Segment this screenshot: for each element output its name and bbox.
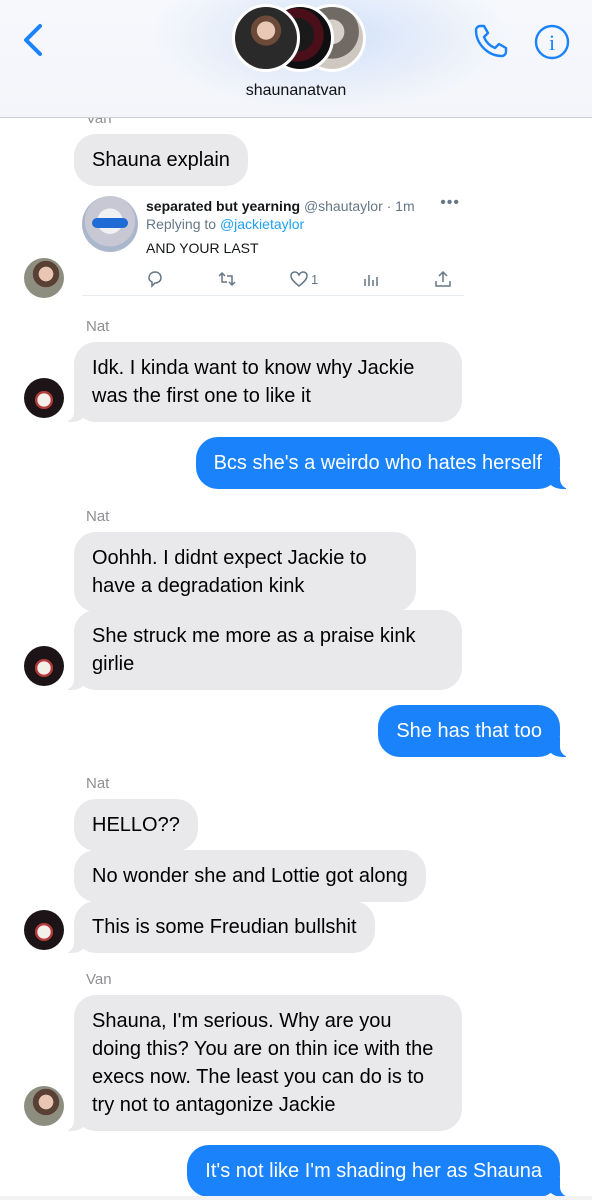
sender-label: Nat	[86, 775, 110, 792]
message-text: Shauna, I'm serious. Why are you doing t…	[92, 1010, 434, 1116]
retweet-icon	[218, 271, 236, 287]
tweet-replying-to: Replying to @jackietaylor	[146, 216, 305, 232]
tweet-author-name: separated but yearning	[146, 198, 301, 214]
message-bubble[interactable]: Idk. I kinda want to know why Jackie was…	[60, 342, 462, 422]
more-icon[interactable]: •••	[440, 194, 460, 212]
avatar-nat[interactable]	[24, 378, 64, 418]
message-text: No wonder she and Lottie got along	[92, 865, 408, 887]
like-count: 1	[311, 271, 319, 287]
group-avatars[interactable]	[232, 4, 366, 74]
message-text: It's not like I'm shading her as Shauna	[205, 1160, 542, 1182]
message-text: HELLO??	[92, 814, 180, 836]
reply-button[interactable]	[146, 268, 164, 290]
phone-icon	[474, 24, 508, 58]
message-text: This is some Freudian bullshit	[92, 916, 357, 938]
sender-label: Nat	[86, 508, 110, 525]
svg-text:i: i	[549, 30, 555, 55]
message-bubble[interactable]: HELLO??	[74, 799, 198, 851]
avatar-van[interactable]	[24, 258, 64, 298]
back-button[interactable]	[18, 20, 48, 60]
info-button[interactable]: i	[534, 24, 570, 60]
message-text: Oohhh. I didnt expect Jackie to have a d…	[92, 547, 367, 597]
sender-label: Van	[86, 971, 112, 988]
retweet-button[interactable]	[218, 268, 236, 290]
message-bubble[interactable]: She struck me more as a praise kink girl…	[60, 610, 462, 690]
message-bubble[interactable]: It's not like I'm shading her as Shauna	[187, 1145, 574, 1197]
avatar-nat[interactable]	[24, 646, 64, 686]
message-text: Idk. I kinda want to know why Jackie was…	[92, 357, 415, 407]
message-bubble[interactable]: She has that too	[378, 705, 574, 757]
message-bubble[interactable]: Shauna, I'm serious. Why are you doing t…	[60, 995, 462, 1131]
message-bubble[interactable]: Shauna explain	[74, 134, 248, 186]
message-bubble[interactable]: Oohhh. I didnt expect Jackie to have a d…	[74, 532, 416, 612]
sender-label: Nat	[86, 318, 110, 335]
tweet-avatar	[82, 196, 138, 252]
chevron-left-icon	[24, 24, 42, 56]
tweet-actions: 1	[138, 268, 458, 290]
avatar	[232, 4, 300, 72]
conversation-header: shaunanatvan i	[0, 0, 592, 118]
avatar-van[interactable]	[24, 1086, 64, 1126]
tweet-header: separated but yearning @shautaylor · 1m	[146, 198, 415, 214]
tweet-embed[interactable]: separated but yearning @shautaylor · 1m …	[82, 186, 464, 296]
message-bubble[interactable]: No wonder she and Lottie got along	[74, 850, 426, 902]
heart-icon	[290, 271, 308, 287]
share-button[interactable]	[434, 268, 452, 290]
avatar-nat[interactable]	[24, 910, 64, 950]
message-text: She has that too	[396, 720, 542, 742]
message-text: She struck me more as a praise kink girl…	[92, 625, 416, 675]
analytics-icon	[364, 275, 378, 286]
call-button[interactable]	[470, 20, 512, 62]
bottom-edge	[0, 1196, 592, 1200]
message-text: Shauna explain	[92, 149, 230, 171]
message-bubble[interactable]: Bcs she's a weirdo who hates herself	[195, 437, 575, 489]
analytics-button[interactable]	[362, 268, 380, 290]
info-icon: i	[534, 24, 570, 60]
like-button[interactable]: 1	[290, 268, 318, 290]
tweet-mention[interactable]: @jackietaylor	[220, 216, 304, 232]
reply-icon	[148, 271, 162, 288]
tweet-text: AND YOUR LAST	[146, 240, 259, 256]
share-icon	[435, 270, 451, 287]
message-text: Bcs she's a weirdo who hates herself	[213, 452, 542, 474]
message-bubble[interactable]: This is some Freudian bullshit	[60, 901, 375, 953]
tweet-handle: @shautaylor · 1m	[303, 198, 415, 214]
conversation-title[interactable]: shaunanatvan	[0, 82, 592, 100]
